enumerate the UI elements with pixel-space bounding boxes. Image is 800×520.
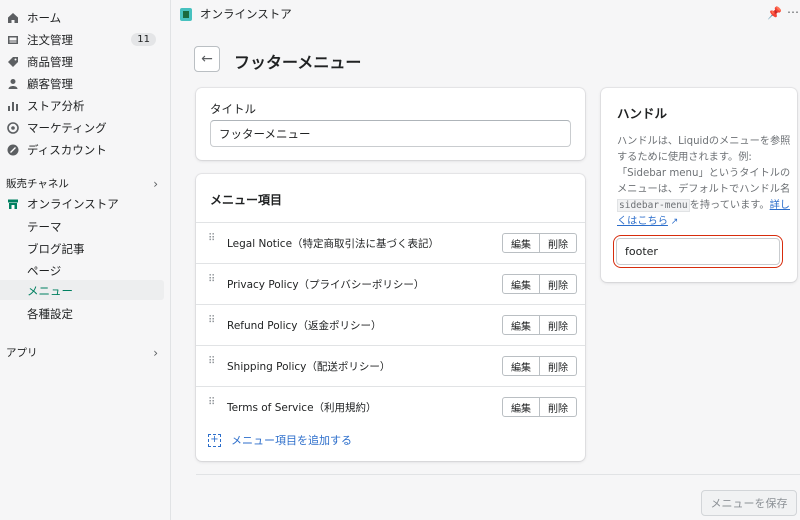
edit-button[interactable]: 編集 xyxy=(502,356,540,376)
sidebar-item-analytics[interactable]: ストア分析 xyxy=(0,95,164,117)
title-input-value: フッターメニュー xyxy=(219,126,311,141)
sidebar-item-products[interactable]: 商品管理 xyxy=(0,51,164,73)
orders-icon xyxy=(6,34,19,47)
add-menu-item-link[interactable]: + メニュー項目を追加する xyxy=(208,432,352,448)
menu-item-label: Refund Policy（返金ポリシー） xyxy=(227,319,382,332)
menu-item-row: ⠿ Legal Notice（特定商取引法に基づく表記） 編集 削除 xyxy=(196,222,585,263)
sidebar: ホーム 注文管理 11 商品管理 顧客管理 ストア分析 マーケティング ディスカ… xyxy=(0,0,171,520)
drag-handle-icon[interactable]: ⠿ xyxy=(208,357,216,372)
handle-desc-text: ハンドルは、Liquidのメニューを参照するために使用されます。例:「Sideb… xyxy=(617,136,791,195)
menu-item-row: ⠿ Shipping Policy（配送ポリシー） 編集 削除 xyxy=(196,345,585,386)
title-input[interactable]: フッターメニュー xyxy=(210,120,571,147)
drag-handle-icon[interactable]: ⠿ xyxy=(208,275,216,290)
delete-button[interactable]: 削除 xyxy=(540,274,577,294)
sidebar-item-label: ホーム xyxy=(27,11,62,25)
sidebar-item-label: オンラインストア xyxy=(27,197,119,211)
menu-item-label: Privacy Policy（プライバシーポリシー） xyxy=(227,278,425,291)
sidebar-subitem-themes[interactable]: テーマ xyxy=(27,219,62,235)
handle-input-value: footer xyxy=(625,245,658,258)
sidebar-subitem-menus[interactable]: メニュー xyxy=(0,280,164,300)
sidebar-subitem-menus-label: メニュー xyxy=(27,284,73,298)
orders-badge: 11 xyxy=(131,33,156,46)
external-link-icon: ↗ xyxy=(667,217,679,227)
delete-button[interactable]: 削除 xyxy=(540,397,577,417)
row-actions: 編集 削除 xyxy=(502,315,577,335)
sidebar-item-label: ストア分析 xyxy=(27,99,85,113)
drag-handle-icon[interactable]: ⠿ xyxy=(208,234,216,249)
handle-input-highlight: footer xyxy=(613,235,783,268)
store-logo-icon xyxy=(180,7,192,21)
handle-code-example: sidebar-menu xyxy=(617,199,690,212)
sidebar-item-label: 注文管理 xyxy=(27,33,73,47)
title-label: タイトル xyxy=(210,102,256,116)
menu-item-label: Terms of Service（利用規約） xyxy=(227,401,377,414)
handle-desc-text-2: を持っています。 xyxy=(689,200,770,211)
row-actions: 編集 削除 xyxy=(502,274,577,294)
footer-divider xyxy=(196,474,800,475)
handle-title: ハンドル xyxy=(617,106,668,121)
menu-items-card: メニュー項目 ⠿ Legal Notice（特定商取引法に基づく表記） 編集 削… xyxy=(196,174,585,461)
menu-item-row: ⠿ Terms of Service（利用規約） 編集 削除 xyxy=(196,386,585,427)
store-icon xyxy=(6,198,19,211)
edit-button[interactable]: 編集 xyxy=(502,233,540,253)
handle-input[interactable]: footer xyxy=(616,238,780,265)
drag-handle-icon[interactable]: ⠿ xyxy=(208,316,216,331)
target-icon xyxy=(6,122,19,135)
sales-channel-label: 販売チャネル xyxy=(6,178,69,190)
row-actions: 編集 削除 xyxy=(502,356,577,376)
add-menu-item-label: メニュー項目を追加する xyxy=(231,434,352,447)
menu-item-label: Shipping Policy（配送ポリシー） xyxy=(227,360,391,373)
chevron-right-icon: › xyxy=(153,176,158,191)
drag-handle-icon[interactable]: ⠿ xyxy=(208,398,216,413)
page-title: フッターメニュー xyxy=(234,53,362,72)
tag-icon xyxy=(6,56,19,69)
row-actions: 編集 削除 xyxy=(502,397,577,417)
sidebar-item-customers[interactable]: 顧客管理 xyxy=(0,73,164,95)
menu-items-heading: メニュー項目 xyxy=(210,193,283,207)
add-icon: + xyxy=(208,433,221,447)
sidebar-subitem-pages[interactable]: ページ xyxy=(27,263,61,279)
title-card: タイトル フッターメニュー xyxy=(196,88,585,160)
sidebar-item-label: マーケティング xyxy=(27,121,107,135)
row-actions: 編集 削除 xyxy=(502,233,577,253)
bar-chart-icon xyxy=(6,100,19,113)
handle-card: ハンドル ハンドルは、Liquidのメニューを参照するために使用されます。例:「… xyxy=(601,88,797,282)
sales-channel-section[interactable]: 販売チャネル › xyxy=(6,176,158,191)
sidebar-subitem-preferences[interactable]: 各種設定 xyxy=(27,306,73,322)
top-bar: オンラインストア 📌 ⋯ xyxy=(171,0,800,28)
discount-icon xyxy=(6,144,19,157)
apps-label: アプリ xyxy=(6,347,38,359)
edit-button[interactable]: 編集 xyxy=(502,397,540,417)
back-button[interactable]: ← xyxy=(194,46,220,72)
delete-button[interactable]: 削除 xyxy=(540,233,577,253)
sidebar-item-home[interactable]: ホーム xyxy=(0,7,164,29)
save-menu-button[interactable]: メニューを保存 xyxy=(701,490,797,516)
person-icon xyxy=(6,78,19,91)
delete-button[interactable]: 削除 xyxy=(540,356,577,376)
sidebar-item-discounts[interactable]: ディスカウント xyxy=(0,139,164,161)
more-icon[interactable]: ⋯ xyxy=(787,5,799,19)
menu-item-row: ⠿ Refund Policy（返金ポリシー） 編集 削除 xyxy=(196,304,585,345)
menu-item-row: ⠿ Privacy Policy（プライバシーポリシー） 編集 削除 xyxy=(196,263,585,304)
edit-button[interactable]: 編集 xyxy=(502,315,540,335)
sidebar-item-online-store[interactable]: オンラインストア xyxy=(0,193,164,215)
home-icon xyxy=(6,12,19,25)
sidebar-subitem-blog[interactable]: ブログ記事 xyxy=(27,241,85,257)
menu-item-label: Legal Notice（特定商取引法に基づく表記） xyxy=(227,237,440,250)
edit-button[interactable]: 編集 xyxy=(502,274,540,294)
pin-icon[interactable]: 📌 xyxy=(767,6,782,20)
apps-section[interactable]: アプリ › xyxy=(6,345,158,360)
sidebar-item-marketing[interactable]: マーケティング xyxy=(0,117,164,139)
sidebar-item-label: 顧客管理 xyxy=(27,77,73,91)
topbar-title: オンラインストア xyxy=(200,7,292,21)
sidebar-item-label: 商品管理 xyxy=(27,55,73,69)
delete-button[interactable]: 削除 xyxy=(540,315,577,335)
handle-description: ハンドルは、Liquidのメニューを参照するために使用されます。例:「Sideb… xyxy=(617,134,793,230)
arrow-left-icon: ← xyxy=(201,51,213,67)
sidebar-item-orders[interactable]: 注文管理 11 xyxy=(0,29,164,51)
chevron-right-icon: › xyxy=(153,345,158,360)
sidebar-item-label: ディスカウント xyxy=(27,143,107,157)
